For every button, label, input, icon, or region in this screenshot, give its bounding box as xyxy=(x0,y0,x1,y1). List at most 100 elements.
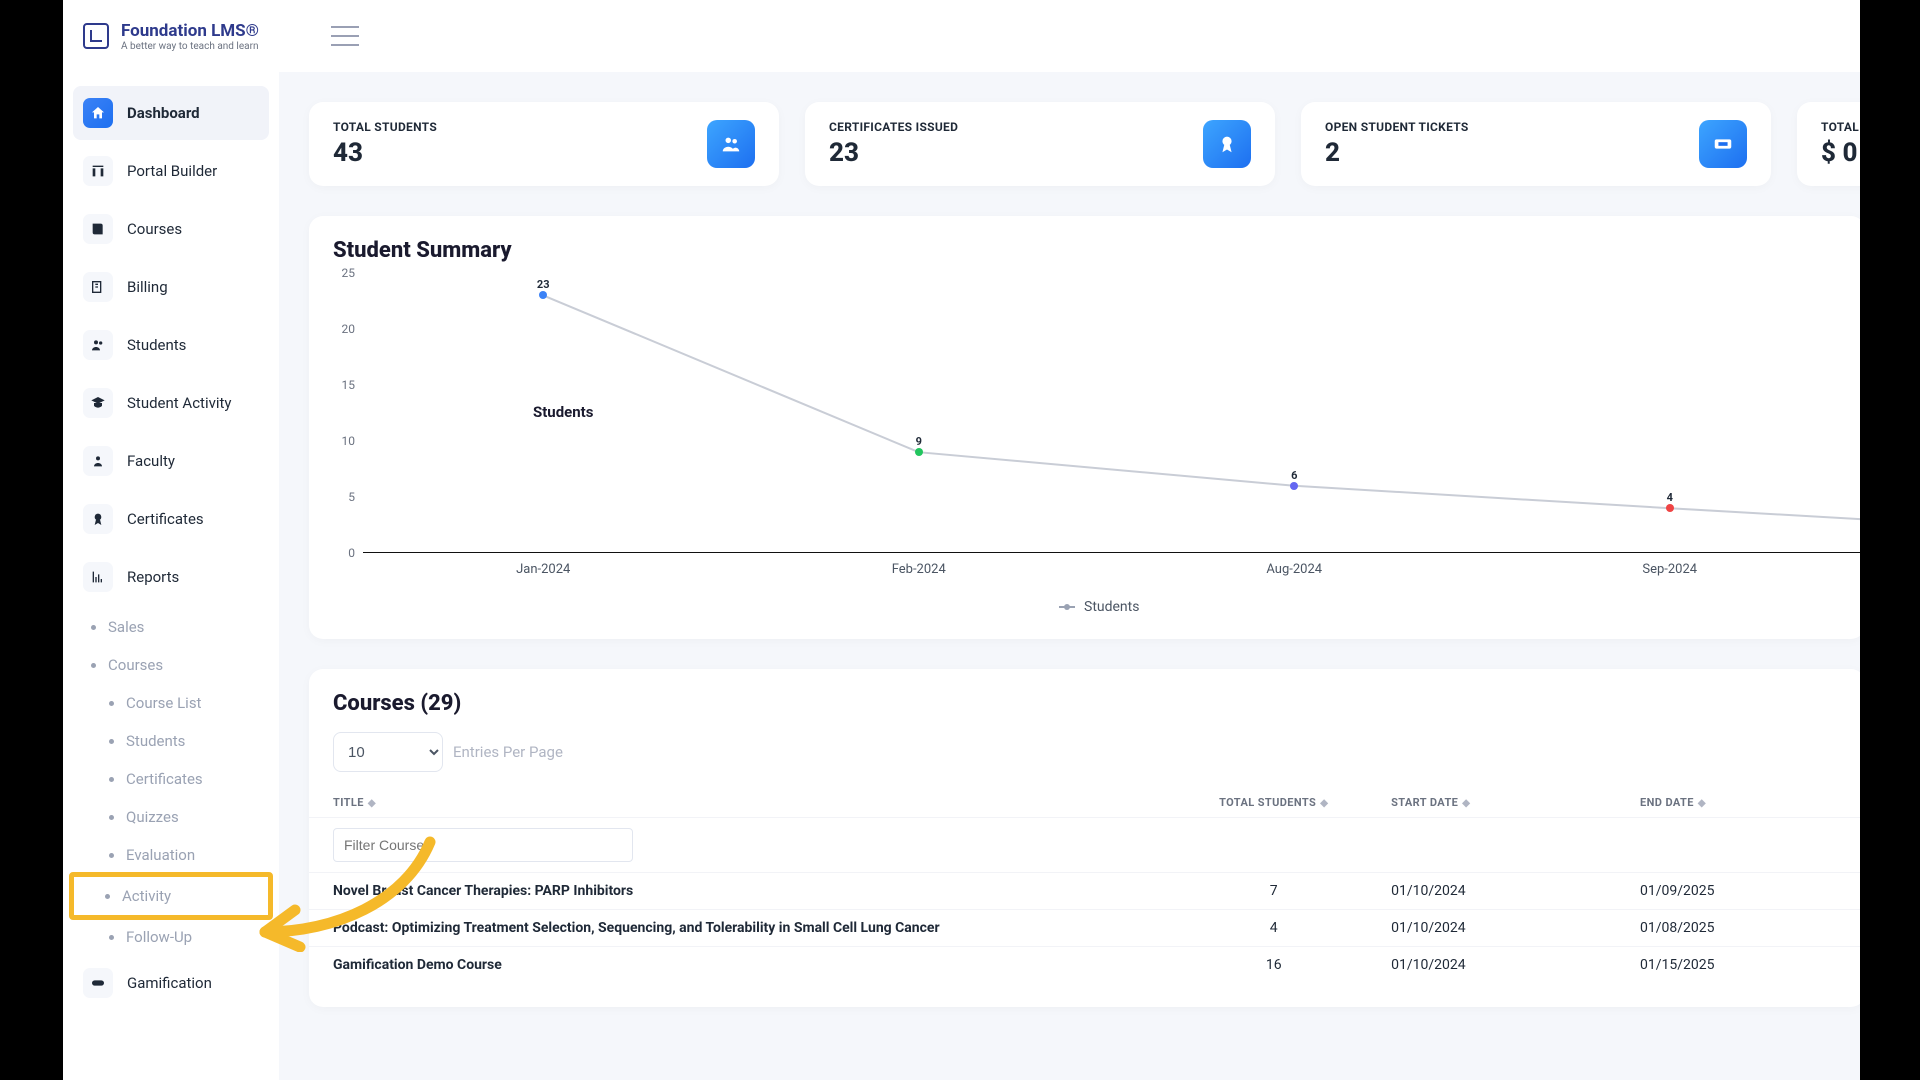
courses-panel: Courses (29) 10 Entries Per Page TITLE◆ … xyxy=(309,669,1860,1007)
stat-value: 2 xyxy=(1325,138,1469,168)
sort-icon: ◆ xyxy=(1462,798,1470,809)
panel-title: Courses (29) xyxy=(309,691,1860,716)
student-summary-panel: Student Summary Students 0510152025Jan-2… xyxy=(309,216,1860,639)
stat-card-certificates-issued: CERTIFICATES ISSUED 23 xyxy=(805,102,1275,186)
y-tick-label: 25 xyxy=(333,266,355,280)
course-total-cell: 4 xyxy=(1180,910,1367,947)
filter-course-input[interactable] xyxy=(333,828,633,862)
entries-per-page-select[interactable]: 10 xyxy=(333,732,443,772)
sidebar-item-certificates[interactable]: Certificates xyxy=(73,492,269,546)
panel-title: Student Summary xyxy=(309,238,1860,263)
reports-sub-courses[interactable]: Courses xyxy=(73,646,269,684)
table-row[interactable]: Novel Breast Cancer Therapies: PARP Inhi… xyxy=(309,873,1860,910)
stat-label: OPEN STUDENT TICKETS xyxy=(1325,120,1469,134)
bullet-icon xyxy=(109,815,114,820)
chart-point xyxy=(1290,482,1298,490)
y-tick-label: 20 xyxy=(333,322,355,336)
courses-sub-activity[interactable]: Activity xyxy=(69,872,273,920)
sidebar-item-label: Dashboard xyxy=(127,104,200,122)
book-icon xyxy=(83,214,113,244)
sidebar-item-label: Students xyxy=(127,336,186,354)
logo-mark-icon xyxy=(83,23,109,49)
sidebar-item-label: Certificates xyxy=(127,510,204,528)
sidebar-item-billing[interactable]: Billing xyxy=(73,260,269,314)
stat-label: TOTAL xyxy=(1821,120,1859,134)
stat-label: TOTAL STUDENTS xyxy=(333,120,437,134)
sort-icon: ◆ xyxy=(1320,798,1328,809)
sidebar-item-faculty[interactable]: Faculty xyxy=(73,434,269,488)
legend-marker-icon xyxy=(1059,606,1075,608)
student-summary-chart: Students 0510152025Jan-2024Feb-2024Aug-2… xyxy=(333,273,1860,583)
stat-value: 23 xyxy=(829,138,958,168)
course-end-cell: 01/15/2025 xyxy=(1616,947,1860,984)
sidebar-item-label: Billing xyxy=(127,278,168,296)
sidebar-item-label: Gamification xyxy=(127,974,212,992)
courses-sub-follow-up[interactable]: Follow-Up xyxy=(73,918,269,956)
sidebar-item-label: Faculty xyxy=(127,452,175,470)
table-row[interactable]: Gamification Demo Course 16 01/10/2024 0… xyxy=(309,947,1860,984)
y-tick-label: 10 xyxy=(333,434,355,448)
column-header-title[interactable]: TITLE◆ xyxy=(309,788,1180,818)
sidebar-item-gamification[interactable]: Gamification xyxy=(73,956,269,1010)
x-tick-label: Sep-2024 xyxy=(1642,562,1697,577)
course-total-cell: 7 xyxy=(1180,873,1367,910)
sidebar-item-reports[interactable]: Reports xyxy=(73,550,269,604)
billing-icon xyxy=(83,272,113,302)
courses-sub-course-list[interactable]: Course List xyxy=(73,684,269,722)
topbar: Foundation LMS® A better way to teach an… xyxy=(63,0,1860,72)
reports-sub-sales[interactable]: Sales xyxy=(73,608,269,646)
column-header-end-date[interactable]: END DATE◆ xyxy=(1616,788,1860,818)
chart-point-label: 9 xyxy=(916,435,922,448)
x-tick-label: Aug-2024 xyxy=(1266,562,1322,577)
sidebar-item-label: Student Activity xyxy=(127,394,232,412)
chart-legend: Students xyxy=(333,583,1860,615)
sidebar: Dashboard Portal Builder Courses Billing… xyxy=(63,72,279,1080)
column-header-total-students[interactable]: TOTAL STUDENTS◆ xyxy=(1180,788,1367,818)
stat-label: CERTIFICATES ISSUED xyxy=(829,120,958,134)
chart-point-label: 6 xyxy=(1291,469,1297,482)
courses-sub-evaluation[interactable]: Evaluation xyxy=(73,836,269,874)
x-tick-label: Jan-2024 xyxy=(516,562,570,577)
sidebar-item-label: Portal Builder xyxy=(127,162,217,180)
ribbon-icon xyxy=(1203,120,1251,168)
brand-name: Foundation LMS® xyxy=(121,21,259,41)
y-tick-label: 15 xyxy=(333,378,355,392)
stat-card-total-students: TOTAL STUDENTS 43 xyxy=(309,102,779,186)
entries-per-page-label: Entries Per Page xyxy=(453,743,563,761)
courses-sub-quizzes[interactable]: Quizzes xyxy=(73,798,269,836)
users-icon xyxy=(83,330,113,360)
chart-point-label: 4 xyxy=(1667,491,1673,504)
course-title-cell: Gamification Demo Course xyxy=(309,947,1180,984)
sidebar-item-dashboard[interactable]: Dashboard xyxy=(73,86,269,140)
sidebar-item-label: Reports xyxy=(127,568,179,586)
courses-sub-students[interactable]: Students xyxy=(73,722,269,760)
graduation-icon xyxy=(83,388,113,418)
sub2-item-label: Quizzes xyxy=(126,808,179,826)
sidebar-item-students[interactable]: Students xyxy=(73,318,269,372)
sub2-item-label: Follow-Up xyxy=(126,928,192,946)
table-row[interactable]: Podcast: Optimizing Treatment Selection,… xyxy=(309,910,1860,947)
ticket-icon xyxy=(1699,120,1747,168)
column-header-start-date[interactable]: START DATE◆ xyxy=(1367,788,1616,818)
ribbon-icon xyxy=(83,504,113,534)
chart-point xyxy=(539,291,547,299)
sidebar-item-courses[interactable]: Courses xyxy=(73,202,269,256)
home-icon xyxy=(83,98,113,128)
filter-row xyxy=(309,818,1860,873)
chart-icon xyxy=(83,562,113,592)
chart-point xyxy=(915,448,923,456)
sidebar-item-portal-builder[interactable]: Portal Builder xyxy=(73,144,269,198)
bullet-icon xyxy=(109,777,114,782)
main-content: TOTAL STUDENTS 43 CERTIFICATES ISSUED 23 xyxy=(279,72,1860,1080)
chart-point xyxy=(1666,504,1674,512)
menu-toggle-button[interactable] xyxy=(331,26,359,46)
sidebar-item-student-activity[interactable]: Student Activity xyxy=(73,376,269,430)
person-icon xyxy=(83,446,113,476)
chart-point-label: 23 xyxy=(537,278,550,291)
course-start-cell: 01/10/2024 xyxy=(1367,910,1616,947)
courses-sub-certificates[interactable]: Certificates xyxy=(73,760,269,798)
stat-card-open-tickets: OPEN STUDENT TICKETS 2 xyxy=(1301,102,1771,186)
x-tick-label: Feb-2024 xyxy=(892,562,946,577)
sub-item-label: Sales xyxy=(108,618,144,636)
sort-icon: ◆ xyxy=(1698,798,1706,809)
